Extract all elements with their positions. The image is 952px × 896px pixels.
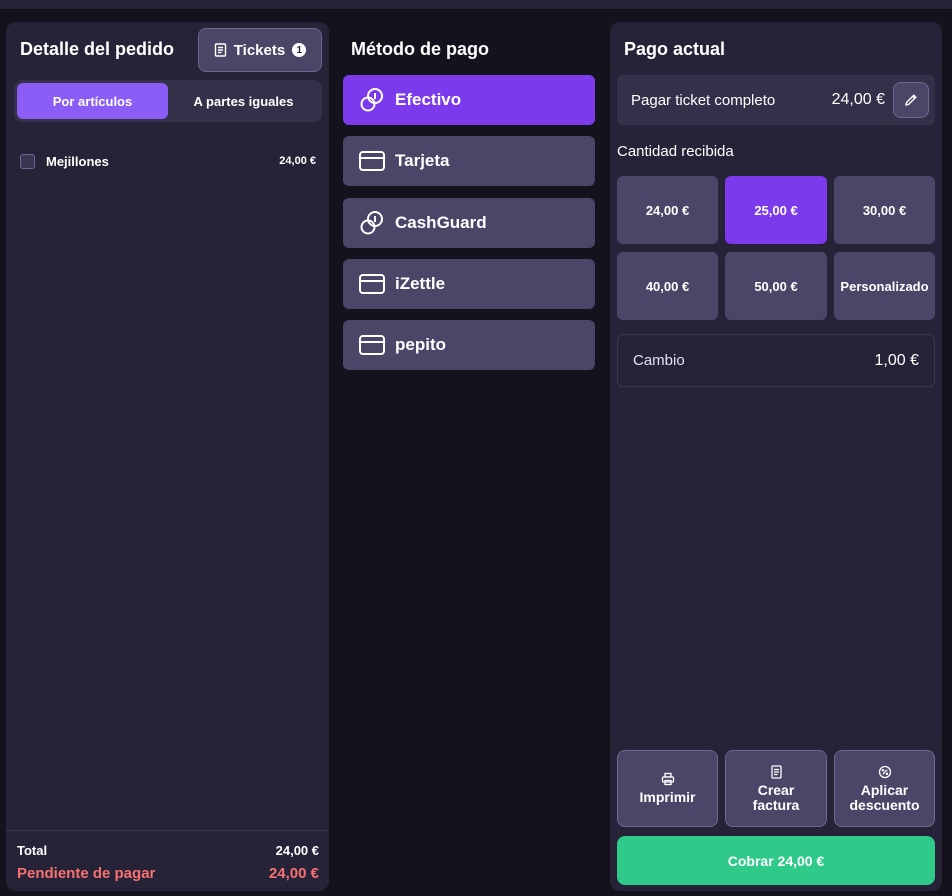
order-detail-panel: Detalle del pedido Tickets 1 Por artícul… bbox=[6, 22, 329, 891]
pending-value: 24,00 € bbox=[268, 865, 319, 882]
tickets-count-badge: 1 bbox=[292, 43, 307, 57]
item-checkbox[interactable] bbox=[20, 153, 35, 169]
payment-method-tarjeta[interactable]: Tarjeta bbox=[343, 136, 595, 186]
apply-discount-label: Aplicar descuento bbox=[849, 781, 920, 813]
payment-method-izettle[interactable]: iZettle bbox=[343, 259, 595, 309]
amount-option[interactable]: 24,00 € bbox=[617, 176, 718, 244]
create-invoice-line1: Crear bbox=[757, 781, 795, 798]
total-label: Total bbox=[17, 843, 48, 858]
printer-icon bbox=[661, 772, 674, 786]
amount-option[interactable]: 50,00 € bbox=[725, 252, 827, 320]
total-value: 24,00 € bbox=[275, 843, 319, 858]
amount-option[interactable]: 30,00 € bbox=[834, 176, 935, 244]
tickets-button[interactable]: Tickets 1 bbox=[198, 28, 322, 72]
pending-row: Pendiente de pagar 24,00 € bbox=[17, 865, 319, 882]
top-bar bbox=[0, 0, 952, 9]
card-icon bbox=[359, 151, 385, 171]
change-display: Cambio 1,00 € bbox=[617, 334, 935, 387]
tickets-label: Tickets bbox=[233, 41, 286, 59]
item-name: Mejillones bbox=[46, 153, 109, 169]
current-payment-title: Pago actual bbox=[624, 39, 726, 59]
change-label: Cambio bbox=[633, 352, 685, 369]
item-price: 24,00 € bbox=[279, 155, 316, 167]
create-invoice-button[interactable]: Crear factura bbox=[725, 750, 827, 827]
payment-method-label: iZettle bbox=[395, 274, 446, 293]
total-row: Total 24,00 € bbox=[17, 843, 319, 858]
payment-method-pepito[interactable]: pepito bbox=[343, 320, 595, 370]
card-icon bbox=[359, 335, 385, 355]
apply-discount-line2: descuento bbox=[849, 796, 920, 813]
coins-icon bbox=[360, 88, 383, 112]
payment-method-label: pepito bbox=[395, 335, 446, 354]
create-invoice-label: Crear factura bbox=[752, 781, 800, 813]
payment-method-cashguard[interactable]: CashGuard bbox=[343, 198, 595, 248]
amount-option-custom[interactable]: Personalizado bbox=[834, 252, 935, 320]
current-payment-panel: Pago actual Pagar ticket completo 24,00 … bbox=[610, 22, 942, 891]
apply-discount-button[interactable]: Aplicar descuento bbox=[834, 750, 935, 827]
card-icon bbox=[359, 274, 385, 294]
change-value: 1,00 € bbox=[874, 351, 919, 369]
charge-button[interactable]: Cobrar 24,00 € bbox=[617, 836, 935, 885]
received-amount-grid: 24,00 € 25,00 € 30,00 € 40,00 € 50,00 € … bbox=[617, 176, 935, 320]
payment-method-label: CashGuard bbox=[395, 213, 487, 232]
payment-method-efectivo[interactable]: Efectivo bbox=[343, 75, 595, 125]
pencil-icon bbox=[905, 94, 917, 106]
payment-actions: Imprimir Crear factura Aplicar descuento bbox=[617, 750, 935, 827]
invoice-icon bbox=[770, 764, 782, 779]
receipt-icon bbox=[214, 43, 226, 57]
pending-label: Pendiente de pagar bbox=[17, 865, 156, 882]
pay-full-ticket-row[interactable]: Pagar ticket completo 24,00 € bbox=[617, 75, 935, 125]
coins-icon bbox=[360, 211, 383, 235]
order-item-row[interactable]: Mejillones 24,00 € bbox=[20, 152, 316, 170]
amount-option[interactable]: 40,00 € bbox=[617, 252, 718, 320]
print-label: Imprimir bbox=[639, 789, 696, 805]
order-summary: Total 24,00 € Pendiente de pagar 24,00 € bbox=[6, 830, 329, 891]
received-amount-label: Cantidad recibida bbox=[617, 143, 734, 160]
order-detail-title: Detalle del pedido bbox=[20, 39, 175, 59]
payment-method-label: Efectivo bbox=[395, 90, 462, 109]
pay-full-ticket-label: Pagar ticket completo bbox=[631, 91, 776, 109]
payment-method-label: Tarjeta bbox=[395, 151, 450, 170]
create-invoice-line2: factura bbox=[752, 796, 800, 813]
payment-method-title: Método de pago bbox=[351, 39, 489, 59]
print-button[interactable]: Imprimir bbox=[617, 750, 718, 827]
split-equal-tab[interactable]: A partes iguales bbox=[168, 83, 319, 119]
amount-option-selected[interactable]: 25,00 € bbox=[725, 176, 827, 244]
split-by-items-tab[interactable]: Por artículos bbox=[17, 83, 168, 119]
discount-icon bbox=[878, 765, 891, 778]
apply-discount-line1: Aplicar bbox=[860, 781, 909, 798]
edit-amount-button[interactable] bbox=[893, 82, 929, 118]
pay-full-ticket-amount: 24,00 € bbox=[831, 91, 885, 108]
split-mode-selector: Por artículos A partes iguales bbox=[14, 80, 322, 122]
